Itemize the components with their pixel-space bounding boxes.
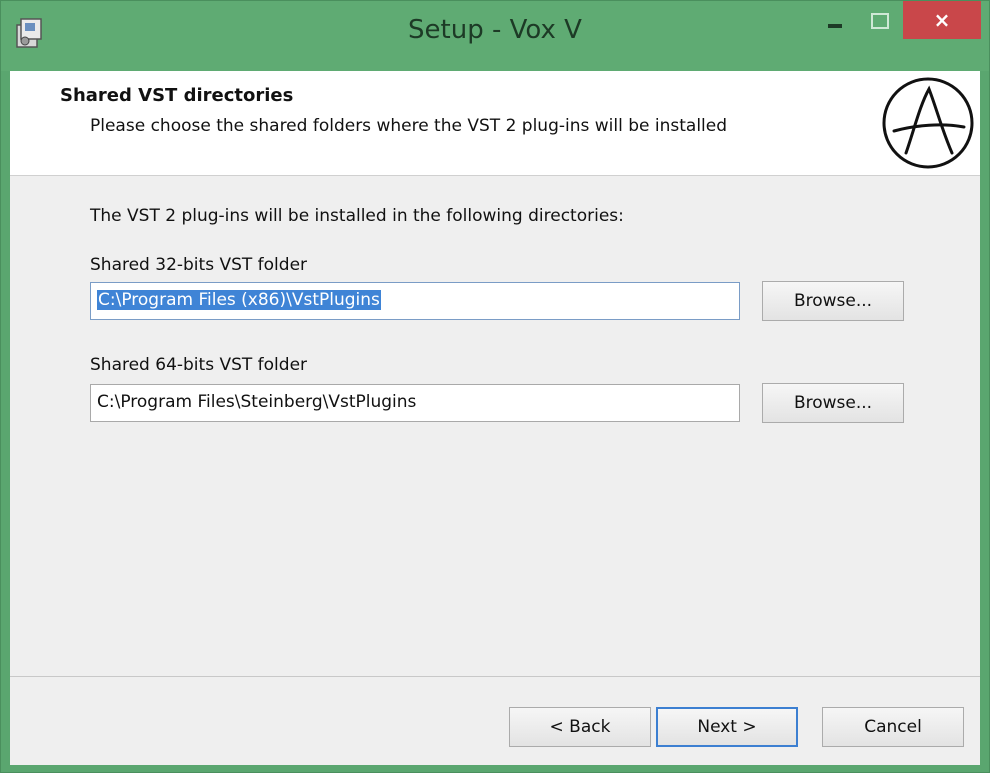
folder32-input[interactable]: C:\Program Files (x86)\VstPlugins (90, 282, 740, 320)
minimize-icon (828, 24, 842, 28)
close-icon: × (933, 8, 951, 32)
setup-window: Setup - Vox V × Shared VST directories P… (0, 0, 990, 773)
intro-text: The VST 2 plug-ins will be installed in … (90, 206, 624, 226)
wizard-header: Shared VST directories Please choose the… (10, 71, 980, 176)
wizard-content: The VST 2 plug-ins will be installed in … (10, 176, 980, 676)
circle-a-logo-icon (880, 75, 976, 171)
browse-32-button[interactable]: Browse... (762, 281, 904, 321)
browse-64-button[interactable]: Browse... (762, 383, 904, 423)
folder64-label: Shared 64-bits VST folder (90, 355, 308, 375)
folder32-value: C:\Program Files (x86)\VstPlugins (97, 290, 381, 310)
folder32-label: Shared 32-bits VST folder (90, 255, 308, 275)
minimize-button[interactable] (813, 1, 857, 41)
wizard-footer: < Back Next > Cancel (10, 676, 980, 765)
page-subtitle: Please choose the shared folders where t… (90, 116, 728, 136)
maximize-icon (871, 13, 889, 29)
close-button[interactable]: × (903, 1, 981, 39)
folder64-value: C:\Program Files\Steinberg\VstPlugins (97, 392, 417, 412)
next-button[interactable]: Next > (656, 707, 798, 747)
back-button[interactable]: < Back (509, 707, 651, 747)
page-title: Shared VST directories (60, 85, 294, 106)
maximize-button[interactable] (857, 1, 903, 41)
folder64-input[interactable]: C:\Program Files\Steinberg\VstPlugins (90, 384, 740, 422)
cancel-button[interactable]: Cancel (822, 707, 964, 747)
title-bar[interactable]: Setup - Vox V × (1, 1, 989, 71)
